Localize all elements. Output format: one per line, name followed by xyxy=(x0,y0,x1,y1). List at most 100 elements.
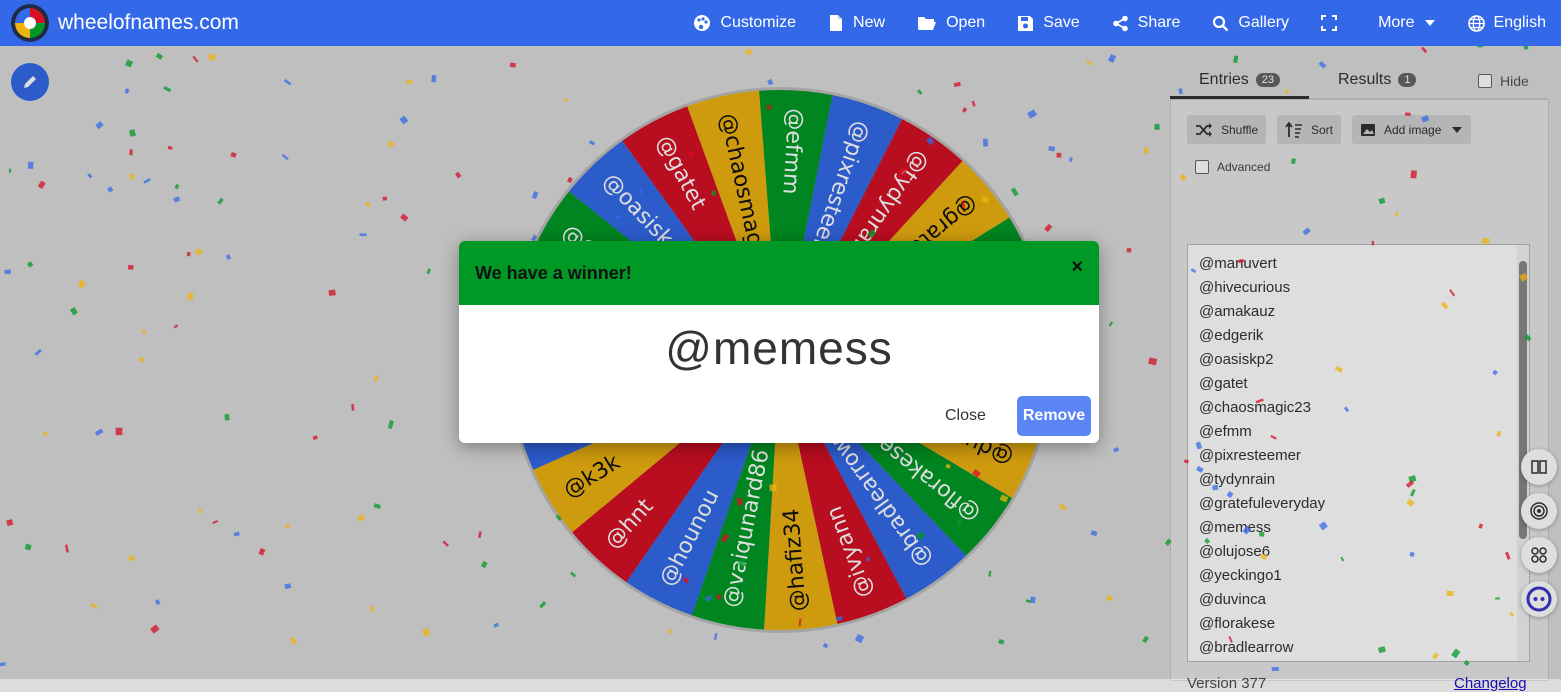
confetti-piece xyxy=(431,74,437,83)
confetti-piece xyxy=(226,254,231,260)
confetti-piece xyxy=(212,519,219,525)
confetti-piece xyxy=(64,544,69,553)
entry-line[interactable]: @manuvert xyxy=(1188,252,1325,276)
shuffle-icon xyxy=(1196,122,1212,137)
caret-down-icon xyxy=(1424,20,1435,26)
side-widget-book[interactable] xyxy=(1521,449,1557,485)
apps-icon xyxy=(1531,547,1547,563)
confetti-piece xyxy=(285,523,291,530)
nav-language[interactable]: English xyxy=(1467,14,1546,32)
confetti-piece xyxy=(1126,247,1132,253)
entry-line[interactable]: @florakese xyxy=(1188,612,1325,636)
tab-results[interactable]: Results 1 xyxy=(1338,71,1417,89)
confetti-piece xyxy=(87,173,93,179)
confetti-piece xyxy=(224,413,230,421)
nav-open[interactable]: Open xyxy=(917,14,985,32)
site-name[interactable]: wheelofnames.com xyxy=(58,11,239,35)
confetti-piece xyxy=(854,633,865,644)
confetti-piece xyxy=(998,638,1005,645)
edit-wheel-button[interactable] xyxy=(11,63,49,101)
nav-gallery[interactable]: Gallery xyxy=(1212,14,1289,32)
confetti-piece xyxy=(34,348,42,356)
entry-line[interactable]: @oasiskp2 xyxy=(1188,348,1325,372)
side-widget-apps[interactable] xyxy=(1521,537,1557,573)
confetti-piece xyxy=(373,503,381,509)
confetti-piece xyxy=(95,121,104,130)
confetti-piece xyxy=(1477,46,1483,48)
entry-line[interactable]: @olujose6 xyxy=(1188,540,1325,564)
entry-line[interactable]: @pixresteemer xyxy=(1188,444,1325,468)
entry-line[interactable]: @yeckingo1 xyxy=(1188,564,1325,588)
confetti-piece xyxy=(217,197,224,205)
nav-new[interactable]: New xyxy=(828,14,885,32)
confetti-piece xyxy=(1143,147,1149,154)
confetti-piece xyxy=(312,435,318,441)
confetti-piece xyxy=(192,55,199,63)
confetti-piece xyxy=(328,289,336,297)
assistant-icon xyxy=(1526,586,1552,612)
confetti-piece xyxy=(186,251,191,257)
entry-line[interactable]: @efmm xyxy=(1188,420,1325,444)
side-widget-assistant[interactable] xyxy=(1521,581,1557,617)
entry-line[interactable]: @chaosmagic23 xyxy=(1188,396,1325,420)
entry-line[interactable]: @bradlearrow xyxy=(1188,636,1325,660)
entries-textarea[interactable]: @manuvert @hivecurious @amakauz @edgerik @oa… xyxy=(1187,244,1530,662)
hide-toggle[interactable]: Hide xyxy=(1478,73,1529,89)
confetti-piece xyxy=(493,622,500,628)
nav-customize[interactable]: Customize xyxy=(693,14,796,32)
book-icon xyxy=(1531,460,1547,474)
wheel-logo-icon[interactable] xyxy=(11,4,49,42)
pencil-icon xyxy=(24,76,36,88)
confetti-piece xyxy=(8,168,12,173)
confetti-piece xyxy=(477,531,482,539)
confetti-piece xyxy=(281,153,289,161)
confetti-piece xyxy=(1085,59,1094,66)
entry-line[interactable]: @edgerik xyxy=(1188,324,1325,348)
nav-more[interactable]: More xyxy=(1378,14,1435,32)
confetti-piece xyxy=(290,636,298,645)
add-image-button[interactable]: Add image xyxy=(1352,115,1472,144)
nav-fullscreen[interactable] xyxy=(1321,15,1346,31)
floppy-icon xyxy=(1018,15,1034,31)
search-icon xyxy=(1213,15,1229,31)
entry-line[interactable]: @duvinca xyxy=(1188,588,1325,612)
winner-dialog: We have a winner! × @memess Close Remove xyxy=(459,241,1099,443)
shuffle-label: Shuffle xyxy=(1221,122,1259,137)
confetti-piece xyxy=(4,269,11,274)
folder-open-icon xyxy=(918,17,937,30)
entry-line[interactable]: @hivecurious xyxy=(1188,276,1325,300)
confetti-piece xyxy=(196,507,204,515)
confetti-piece xyxy=(1523,46,1529,50)
side-widget-broadcast[interactable] xyxy=(1521,493,1557,529)
dialog-close-icon[interactable]: × xyxy=(1071,256,1083,279)
tab-results-label: Results xyxy=(1338,71,1392,88)
confetti-piece xyxy=(124,88,130,94)
entry-line[interactable]: @amakauz xyxy=(1188,300,1325,324)
tab-entries[interactable]: Entries 23 xyxy=(1199,71,1281,89)
confetti-piece xyxy=(258,547,266,556)
changelog-link[interactable]: Changelog xyxy=(1454,675,1527,692)
hide-checkbox[interactable] xyxy=(1478,74,1492,88)
entry-line[interactable]: @tydynrain xyxy=(1188,468,1325,492)
remove-button[interactable]: Remove xyxy=(1017,396,1091,436)
entry-line[interactable]: @memess xyxy=(1188,516,1325,540)
close-button[interactable]: Close xyxy=(945,407,986,425)
sort-button[interactable]: Sort xyxy=(1277,115,1342,144)
nav-save[interactable]: Save xyxy=(1017,14,1080,32)
version-label: Version 377 xyxy=(1187,675,1267,692)
shuffle-button[interactable]: Shuffle xyxy=(1187,115,1267,144)
nav-language-label: English xyxy=(1493,14,1546,31)
confetti-piece xyxy=(90,602,99,610)
sort-label: Sort xyxy=(1311,122,1334,137)
dialog-header: We have a winner! × xyxy=(459,241,1099,305)
entries-list: @manuvert @hivecurious @amakauz @edgerik @oa… xyxy=(1188,252,1325,660)
confetti-piece xyxy=(6,519,14,527)
advanced-toggle[interactable]: Advanced xyxy=(1195,160,1270,174)
entry-line[interactable]: @gatet xyxy=(1188,372,1325,396)
confetti-piece xyxy=(94,428,104,436)
entry-line[interactable]: @gratefuleveryday xyxy=(1188,492,1325,516)
advanced-checkbox[interactable] xyxy=(1195,160,1209,174)
confetti-piece xyxy=(174,183,180,190)
top-nav: Customize New Open Save Share Gallery Mo… xyxy=(693,0,1561,46)
nav-share[interactable]: Share xyxy=(1112,14,1180,32)
